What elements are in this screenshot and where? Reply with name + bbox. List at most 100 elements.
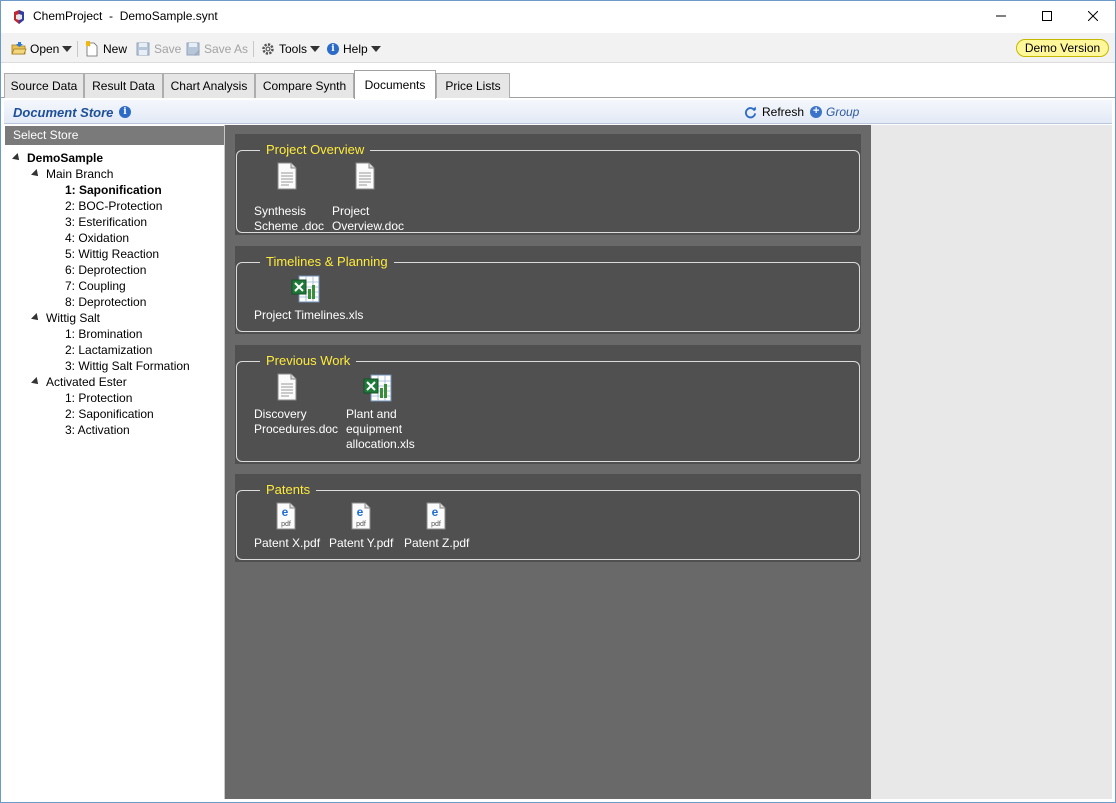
- save-as-label: Save As: [204, 42, 249, 56]
- tree-step-node[interactable]: 6: Deprotection: [65, 262, 146, 278]
- document-item[interactable]: Plant and equipment allocation.xls: [346, 345, 426, 464]
- save-label: Save: [154, 42, 182, 56]
- empty-side-panel: [871, 125, 1112, 799]
- svg-text:pdf: pdf: [281, 521, 291, 528]
- document-groups-area: Project Overview Synthesis Scheme .doc Pro…: [225, 125, 871, 799]
- document-name: Project Timelines.xls: [254, 308, 364, 322]
- document-name: Plant and equipment allocation.xls: [346, 407, 415, 451]
- new-label: New: [103, 42, 128, 56]
- app-logo-icon: [14, 10, 24, 24]
- window-title: ChemProject - DemoSample.synt: [33, 9, 218, 23]
- tab-result-data[interactable]: Result Data: [84, 73, 163, 98]
- tab-price-lists[interactable]: Price Lists: [436, 73, 510, 98]
- document-name: Project Overview.doc: [332, 204, 405, 233]
- refresh-icon: [744, 105, 757, 118]
- document-name: Patent Z.pdf: [404, 536, 470, 550]
- minimize-button[interactable]: [978, 1, 1024, 31]
- word-document-icon: [275, 162, 299, 190]
- tree-step-node[interactable]: 5: Wittig Reaction: [65, 246, 159, 262]
- open-label: Open: [30, 42, 60, 56]
- expand-arrow-icon[interactable]: [12, 153, 22, 163]
- document-item[interactable]: e pdf Patent Y.pdf: [329, 474, 409, 562]
- document-item[interactable]: Synthesis Scheme .doc: [254, 134, 334, 235]
- save-icon: [136, 42, 150, 56]
- expand-arrow-icon[interactable]: [31, 313, 41, 323]
- store-panel: Select Store DemoSample Main Branch 1: Sap…: [4, 125, 225, 799]
- pdf-document-icon: e pdf: [424, 502, 448, 530]
- document-item[interactable]: Discovery Procedures.doc: [254, 345, 338, 464]
- tab-chart-analysis[interactable]: Chart Analysis: [163, 73, 255, 98]
- tree-step-node[interactable]: 2: BOC-Protection: [65, 198, 162, 214]
- info-icon: i: [327, 43, 339, 55]
- tree-step-node[interactable]: 4: Oxidation: [65, 230, 129, 246]
- document-item[interactable]: Project Timelines.xls: [254, 246, 363, 334]
- document-group: Timelines & Planning Project Timelines.xl…: [235, 246, 861, 334]
- close-icon: [1088, 11, 1098, 21]
- tree-branch-node[interactable]: Activated Ester: [46, 374, 127, 390]
- minimize-icon: [996, 15, 1006, 17]
- expand-arrow-icon[interactable]: [31, 169, 41, 179]
- toolbar-separator: [77, 41, 78, 57]
- tree-branch-node[interactable]: Main Branch: [46, 166, 113, 182]
- tab-compare-synth[interactable]: Compare Synth: [255, 73, 354, 98]
- demo-version-badge: Demo Version: [1016, 39, 1109, 57]
- save-as-button[interactable]: Save As: [185, 40, 248, 58]
- title-bar: ChemProject - DemoSample.synt: [1, 1, 1115, 33]
- group-label: Group: [826, 105, 860, 119]
- tab-bar: Source Data Result Data Chart Analysis C…: [1, 64, 1115, 99]
- excel-spreadsheet-icon: [291, 274, 320, 303]
- help-label: Help: [343, 42, 368, 56]
- tree-step-node[interactable]: 8: Deprotection: [65, 294, 146, 310]
- tree-step-node[interactable]: 7: Coupling: [65, 278, 126, 294]
- save-as-icon: [186, 42, 200, 56]
- expand-arrow-icon[interactable]: [31, 377, 41, 387]
- tree-step-node[interactable]: 3: Esterification: [65, 214, 147, 230]
- maximize-icon: [1042, 11, 1052, 21]
- word-document-icon: [353, 162, 377, 190]
- document-item[interactable]: e pdf Patent Z.pdf: [404, 474, 484, 562]
- tab-source-data[interactable]: Source Data: [4, 73, 84, 98]
- excel-spreadsheet-icon: [363, 373, 392, 402]
- svg-text:pdf: pdf: [356, 521, 366, 528]
- pdf-document-icon: e pdf: [274, 502, 298, 530]
- chevron-down-icon: [310, 46, 321, 52]
- open-button[interactable]: Open: [11, 40, 73, 58]
- toolbar-separator: [253, 41, 254, 57]
- document-group: Project Overview Synthesis Scheme .doc Pro…: [235, 134, 861, 235]
- app-window: ChemProject - DemoSample.synt Open New S…: [0, 0, 1116, 803]
- open-folder-icon: [11, 42, 27, 55]
- chevron-down-icon: [370, 46, 381, 52]
- add-circle-icon: +: [810, 106, 822, 118]
- tree-step-node[interactable]: 1: Protection: [65, 390, 132, 406]
- tree-root-node[interactable]: DemoSample: [27, 150, 103, 166]
- toolbar: Open New Save Save As Tools i Help Demo …: [1, 33, 1115, 63]
- maximize-button[interactable]: [1024, 1, 1070, 31]
- document-group: Patents e pdf Patent X.pdf e pdf Patent Y.pdf e…: [235, 474, 861, 562]
- group-button[interactable]: + Group: [810, 104, 859, 120]
- gear-icon: [262, 43, 274, 55]
- info-icon[interactable]: i: [119, 106, 131, 118]
- close-button[interactable]: [1070, 1, 1116, 31]
- tree-step-node[interactable]: 2: Lactamization: [65, 342, 152, 358]
- document-item[interactable]: e pdf Patent X.pdf: [254, 474, 334, 562]
- tree-step-node[interactable]: 3: Wittig Salt Formation: [65, 358, 190, 374]
- new-document-icon: [85, 41, 98, 57]
- document-group: Previous Work Discovery Procedures.doc Pla…: [235, 345, 861, 464]
- tree-step-node[interactable]: 2: Saponification: [65, 406, 154, 422]
- document-item[interactable]: Project Overview.doc: [332, 134, 412, 235]
- tools-label: Tools: [279, 42, 308, 56]
- chevron-down-icon: [62, 46, 73, 52]
- tree-step-node[interactable]: 1: Bromination: [65, 326, 142, 342]
- refresh-button[interactable]: Refresh: [744, 105, 804, 119]
- pdf-document-icon: e pdf: [349, 502, 373, 530]
- tree-branch-node[interactable]: Wittig Salt: [46, 310, 100, 326]
- document-store-title: Document Store: [13, 105, 114, 120]
- tools-menu-button[interactable]: Tools: [260, 40, 321, 58]
- save-button[interactable]: Save: [135, 40, 181, 58]
- tree-step-node[interactable]: 1: Saponification: [65, 182, 162, 198]
- tab-documents[interactable]: Documents: [354, 70, 436, 99]
- tree-step-node[interactable]: 3: Activation: [65, 422, 130, 438]
- help-menu-button[interactable]: i Help: [327, 40, 381, 58]
- new-button[interactable]: New: [84, 40, 127, 58]
- refresh-label: Refresh: [762, 105, 805, 119]
